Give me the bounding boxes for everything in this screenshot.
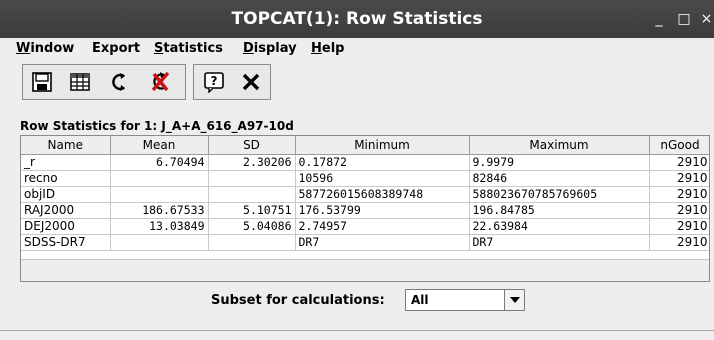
table-row[interactable]: objID 587726015608389748 588023670785769…: [21, 186, 709, 203]
view-table-button[interactable]: [65, 68, 95, 96]
cell-ngood: 2910: [649, 218, 709, 235]
maximize-button[interactable]: □: [675, 10, 693, 28]
cell-mean: [110, 186, 209, 203]
close-icon: [242, 73, 260, 91]
cell-ngood: 2910: [649, 154, 709, 171]
recalculate-icon: [112, 73, 125, 91]
cell-sd: 5.10751: [208, 202, 296, 219]
cell-sd: [208, 186, 296, 203]
cell-ngood: 2910: [649, 234, 709, 251]
save-icon: [32, 72, 52, 92]
table-row[interactable]: _r 6.70494 2.30206 0.17872 9.9979 2910: [21, 154, 709, 171]
save-button[interactable]: [27, 68, 57, 96]
subset-dropdown[interactable]: All: [405, 289, 525, 311]
table-row[interactable]: RAJ2000 186.67533 5.10751 176.53799 196.…: [21, 202, 709, 219]
cell-minimum: 176.53799: [295, 202, 470, 219]
column-header-name[interactable]: Name: [21, 136, 111, 155]
column-header-ngood[interactable]: nGood: [649, 136, 709, 155]
row-statistics-window: TOPCAT(1): Row Statistics _ □ × Window E…: [0, 0, 714, 340]
window-title: TOPCAT(1): Row Statistics: [231, 9, 483, 29]
help-button[interactable]: ?: [199, 68, 229, 96]
recalculate-button[interactable]: [105, 68, 135, 96]
menu-statistics[interactable]: Statistics: [154, 41, 223, 56]
column-header-sd[interactable]: SD: [208, 136, 296, 155]
cell-name: RAJ2000: [21, 202, 111, 219]
cell-sd: 2.30206: [208, 154, 296, 171]
cell-ngood: 2910: [649, 170, 709, 187]
column-header-mean[interactable]: Mean: [110, 136, 209, 155]
cell-name: objID: [21, 186, 111, 203]
cell-maximum: 22.63984: [469, 218, 650, 235]
cell-maximum: 588023670785769605: [469, 186, 650, 203]
cell-mean: 13.03849: [110, 218, 209, 235]
table-row[interactable]: recno 10596 82846 2910: [21, 170, 709, 187]
cancel-calculation-icon: [151, 71, 170, 92]
close-button[interactable]: [236, 68, 266, 96]
panel-title: Row Statistics for 1: J_A+A_616_A97-10d: [20, 119, 294, 133]
column-header-minimum[interactable]: Minimum: [295, 136, 470, 155]
table-row[interactable]: DEJ2000 13.03849 5.04086 2.74957 22.6398…: [21, 218, 709, 235]
cell-maximum: 196.84785: [469, 202, 650, 219]
subset-label: Subset for calculations:: [211, 293, 385, 308]
cell-mean: 6.70494: [110, 154, 209, 171]
toolbar-group-help: ?: [193, 64, 271, 100]
divider: [0, 330, 714, 331]
svg-text:?: ?: [211, 74, 218, 88]
table-icon: [70, 73, 90, 91]
cell-sd: 5.04086: [208, 218, 296, 235]
statistics-table[interactable]: Name Mean SD Minimum Maximum nGood _r 6.…: [20, 135, 710, 282]
cell-minimum: DR7: [295, 234, 470, 251]
cell-name: DEJ2000: [21, 218, 111, 235]
help-icon: ?: [204, 72, 224, 93]
menu-export[interactable]: Export: [92, 41, 140, 56]
cell-mean: [110, 170, 209, 187]
cell-mean: 186.67533: [110, 202, 209, 219]
cell-maximum: DR7: [469, 234, 650, 251]
cell-minimum: 2.74957: [295, 218, 470, 235]
chevron-down-icon[interactable]: [504, 290, 524, 310]
cancel-calculation-button[interactable]: [145, 68, 175, 96]
menu-bar: Window Export Statistics Display Help: [0, 38, 714, 60]
column-header-maximum[interactable]: Maximum: [469, 136, 650, 155]
menu-display[interactable]: Display: [243, 41, 297, 56]
table-header-row: Name Mean SD Minimum Maximum nGood: [21, 136, 709, 155]
title-bar: TOPCAT(1): Row Statistics _ □ ×: [0, 0, 714, 38]
menu-help[interactable]: Help: [311, 41, 344, 56]
toolbar: ?: [0, 60, 714, 106]
close-window-button[interactable]: ×: [699, 10, 714, 28]
cell-name: SDSS-DR7: [21, 234, 111, 251]
cell-minimum: 587726015608389748: [295, 186, 470, 203]
table-row[interactable]: SDSS-DR7 DR7 DR7 2910: [21, 234, 709, 251]
minimize-button[interactable]: _: [650, 10, 668, 28]
cell-sd: [208, 234, 296, 251]
cell-sd: [208, 170, 296, 187]
toolbar-group-main: [22, 64, 186, 100]
cell-maximum: 82846: [469, 170, 650, 187]
cell-maximum: 9.9979: [469, 154, 650, 171]
subset-selector-row: Subset for calculations: All: [0, 288, 714, 312]
menu-window[interactable]: Window: [16, 41, 74, 56]
cell-name: recno: [21, 170, 111, 187]
cell-name: _r: [21, 154, 111, 171]
table-empty-area: [21, 259, 709, 281]
subset-selected-value: All: [411, 293, 429, 307]
cell-ngood: 2910: [649, 202, 709, 219]
cell-ngood: 2910: [649, 186, 709, 203]
cell-minimum: 0.17872: [295, 154, 470, 171]
cell-minimum: 10596: [295, 170, 470, 187]
cell-mean: [110, 234, 209, 251]
